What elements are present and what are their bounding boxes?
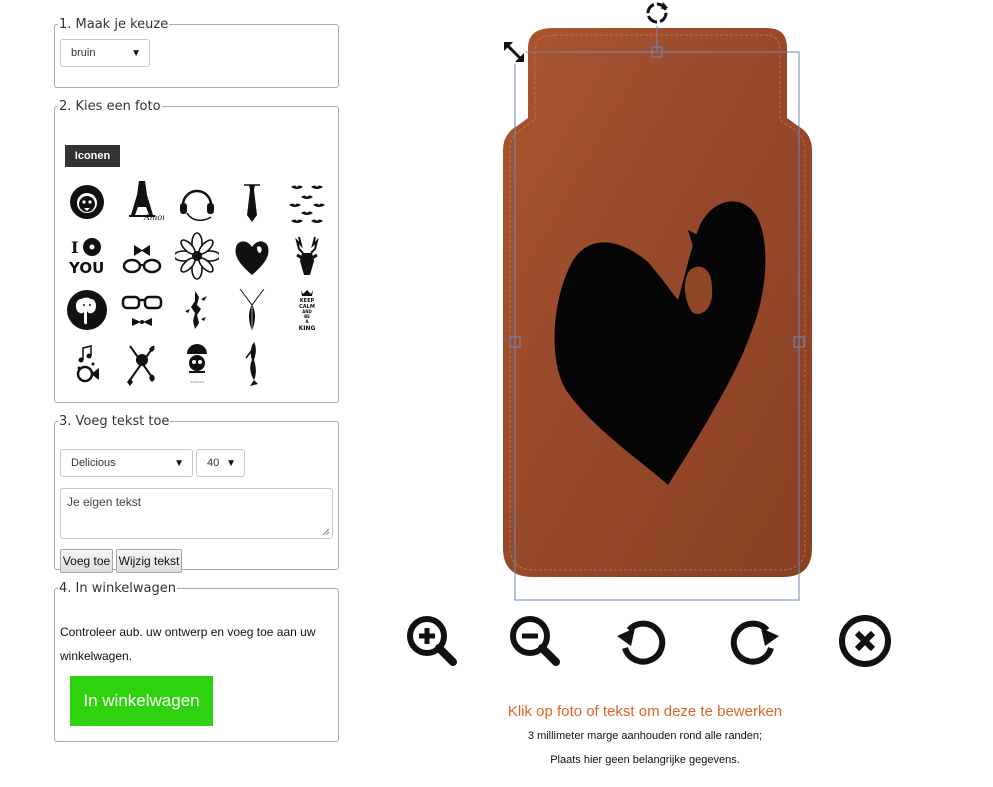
font-size-select[interactable]: 40 ▼	[196, 449, 245, 477]
custom-text-placeholder: Je eigen tekst	[67, 495, 142, 509]
font-select-value: Delicious	[71, 457, 116, 469]
info-note: Plaats hier geen belangrijke gegevens.	[550, 754, 740, 766]
necktie-icon[interactable]	[230, 177, 274, 227]
svg-text:A: A	[305, 319, 309, 324]
svg-text:KING: KING	[299, 325, 316, 332]
custom-text-input[interactable]: Je eigen tekst	[60, 488, 333, 539]
photo-panel-legend: 2. Kies een foto	[59, 99, 161, 114]
mermaid-silhouette-icon[interactable]	[230, 338, 274, 388]
choice-panel: 1. Maak je keuze bruin ▼	[54, 17, 339, 88]
rotate-right-icon[interactable]	[727, 614, 781, 668]
svg-text:YOU: YOU	[68, 259, 104, 277]
chevron-down-icon: ▼	[131, 48, 141, 59]
headphones-icon[interactable]	[175, 177, 219, 227]
skull-crossbones-cards-icon[interactable]	[120, 338, 164, 388]
choice-panel-legend: 1. Maak je keuze	[59, 17, 169, 32]
cart-panel: 4. In winkelwagen Controleer aub. uw ont…	[54, 581, 339, 742]
photo-panel: 2. Kies een foto Iconen Amour I YOU	[54, 99, 339, 403]
tab-icons[interactable]: Iconen	[65, 145, 120, 167]
zoom-out-icon[interactable]	[508, 614, 562, 668]
margin-note: 3 millimeter marge aanhouden rond alle r…	[527, 730, 763, 742]
remove-icon[interactable]	[838, 614, 892, 668]
elephant-circle-icon[interactable]	[65, 285, 109, 335]
font-select[interactable]: Delicious ▼	[60, 449, 193, 477]
eiffel-tower-amour-icon[interactable]: Amour	[120, 177, 164, 227]
rotate-handle-icon[interactable]	[646, 2, 668, 24]
resize-grip-icon[interactable]	[322, 528, 330, 536]
color-select[interactable]: bruin ▼	[60, 39, 150, 67]
hipster-glasses-bowtie-icon[interactable]	[120, 285, 164, 335]
bow-glasses-icon[interactable]	[120, 231, 164, 281]
rotate-left-icon[interactable]	[615, 614, 669, 668]
zoom-in-icon[interactable]	[405, 614, 459, 668]
add-to-cart-button[interactable]: In winkelwagen	[70, 676, 213, 726]
text-panel-legend: 3. Voeg tekst toe	[59, 414, 170, 429]
i-love-you-record-icon[interactable]: I YOU	[65, 231, 109, 281]
heart-icon[interactable]	[230, 231, 274, 281]
chevron-down-icon: ▼	[226, 458, 236, 469]
scale-handle-icon[interactable]	[502, 40, 526, 64]
chevron-down-icon: ▼	[174, 458, 184, 469]
svg-text:~~~~~: ~~~~~	[190, 380, 205, 386]
add-text-button[interactable]: Voeg toe	[60, 549, 113, 573]
birds-silhouette-icon[interactable]	[175, 285, 219, 335]
feather-necklace-icon[interactable]	[230, 285, 274, 335]
flower-mandala-icon[interactable]	[175, 231, 219, 281]
skull-parachute-icon[interactable]: ~~~~~	[175, 338, 219, 388]
cart-panel-legend: 4. In winkelwagen	[59, 581, 176, 596]
keep-calm-king-icon[interactable]: KEEP CALM AND BE A KING	[285, 285, 329, 335]
product-preview-canvas[interactable]	[495, 0, 825, 605]
color-select-value: bruin	[71, 47, 96, 59]
mustache-collection-icon[interactable]	[285, 177, 329, 227]
svg-text:Amour: Amour	[143, 213, 164, 222]
edit-hint: Klik op foto of tekst om deze te bewerke…	[507, 703, 783, 720]
edit-text-button[interactable]: Wijzig tekst	[116, 549, 182, 573]
font-size-select-value: 40	[207, 457, 220, 469]
text-panel: 3. Voeg tekst toe Delicious ▼ 40 ▼ Je ei…	[54, 414, 339, 573]
cart-description: Controleer aub. uw ontwerp en voeg toe a…	[60, 625, 316, 663]
deer-head-icon[interactable]	[285, 231, 329, 281]
musical-horn-icon[interactable]	[65, 338, 109, 388]
lion-head-icon[interactable]	[65, 177, 109, 227]
svg-text:I: I	[71, 238, 78, 257]
